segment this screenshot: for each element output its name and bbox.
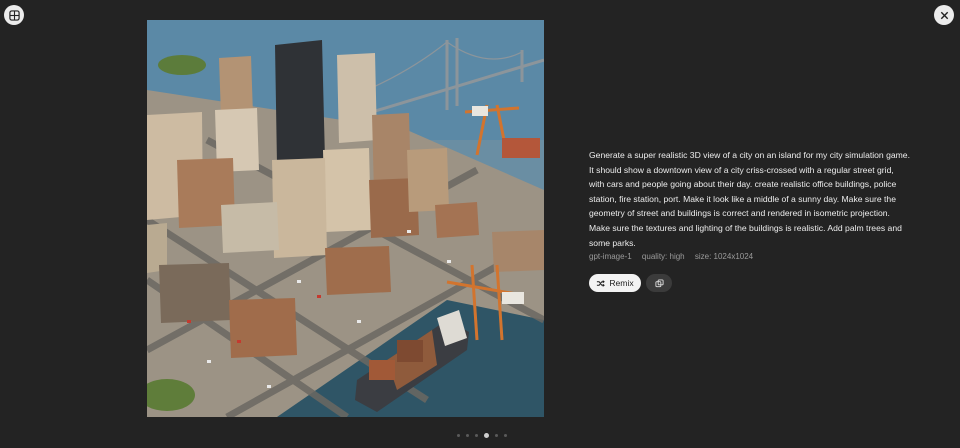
prompt-text: Generate a super realistic 3D view of a …: [589, 150, 910, 248]
pagination-dot[interactable]: [457, 434, 460, 437]
remix-label: Remix: [609, 278, 634, 288]
copy-button[interactable]: [646, 274, 672, 292]
city-illustration: [147, 20, 544, 417]
quality-label: quality: high: [641, 252, 685, 261]
pagination-dot[interactable]: [484, 433, 489, 438]
pagination-dot[interactable]: [475, 434, 478, 437]
generated-image[interactable]: [147, 20, 544, 417]
size-label: size: 1024x1024: [694, 252, 754, 261]
pagination-dots: [457, 433, 507, 438]
grid-view-button[interactable]: [4, 5, 24, 25]
pagination-dot[interactable]: [466, 434, 469, 437]
close-icon: [940, 11, 948, 19]
remix-button[interactable]: Remix: [589, 274, 641, 292]
shuffle-icon: [597, 279, 606, 287]
pagination-dot[interactable]: [495, 434, 498, 437]
copy-icon: [654, 278, 664, 287]
model-label: gpt-image-1: [589, 252, 632, 261]
pagination-dot[interactable]: [504, 434, 507, 437]
image-metadata: gpt-image-1 quality: high size: 1024x102…: [589, 252, 761, 261]
close-button[interactable]: [934, 5, 954, 25]
grid-icon: [8, 9, 20, 21]
